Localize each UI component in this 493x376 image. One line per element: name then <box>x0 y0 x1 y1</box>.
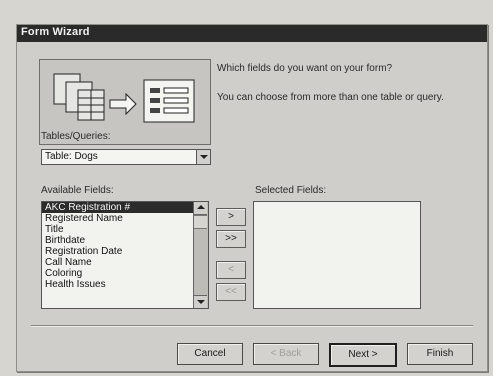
list-item[interactable]: AKC Registration # <box>42 202 194 213</box>
finish-button[interactable]: Finish <box>407 343 473 365</box>
combo-dropdown-button[interactable] <box>196 150 210 164</box>
list-item[interactable]: Title <box>42 224 194 235</box>
list-scrollbar[interactable] <box>193 202 208 308</box>
selected-fields-label: Selected Fields: <box>255 185 327 196</box>
window-title: Form Wizard <box>21 26 90 38</box>
selected-fields-list[interactable] <box>253 201 421 309</box>
next-button[interactable]: Next > <box>329 343 397 367</box>
remove-field-button[interactable]: < <box>216 261 246 279</box>
wizard-hint: You can choose from more than one table … <box>217 92 444 103</box>
wizard-question: Which fields do you want on your form? <box>217 63 393 74</box>
arrow-down-icon <box>197 300 205 304</box>
add-all-fields-button[interactable]: >> <box>216 230 246 248</box>
available-fields-list[interactable]: AKC Registration # Registered Name Title… <box>41 201 209 309</box>
scroll-up-button[interactable] <box>194 202 207 215</box>
list-item[interactable]: Registered Name <box>42 213 194 224</box>
list-item[interactable]: Coloring <box>42 268 194 279</box>
list-item[interactable]: Birthdate <box>42 235 194 246</box>
tables-queries-label: Tables/Queries: <box>41 131 111 142</box>
list-item[interactable]: Call Name <box>42 257 194 268</box>
add-field-button[interactable]: > <box>216 208 246 226</box>
form-wizard-dialog: Form Wizard Which fields do you want on … <box>16 24 488 372</box>
divider <box>31 325 473 327</box>
available-fields-label: Available Fields: <box>41 185 114 196</box>
cancel-button[interactable]: Cancel <box>177 343 243 365</box>
tables-queries-combo[interactable]: Table: Dogs <box>41 149 211 165</box>
remove-all-fields-button[interactable]: << <box>216 283 246 301</box>
scroll-down-button[interactable] <box>194 295 207 308</box>
list-item[interactable]: Registration Date <box>42 246 194 257</box>
tables-queries-value: Table: Dogs <box>45 151 98 162</box>
back-button[interactable]: < Back <box>253 343 319 365</box>
arrow-up-icon <box>197 205 205 209</box>
chevron-down-icon <box>200 155 208 159</box>
title-bar[interactable]: Form Wizard <box>17 25 487 42</box>
scroll-thumb[interactable] <box>194 215 207 229</box>
list-item[interactable]: Health Issues <box>42 279 194 290</box>
